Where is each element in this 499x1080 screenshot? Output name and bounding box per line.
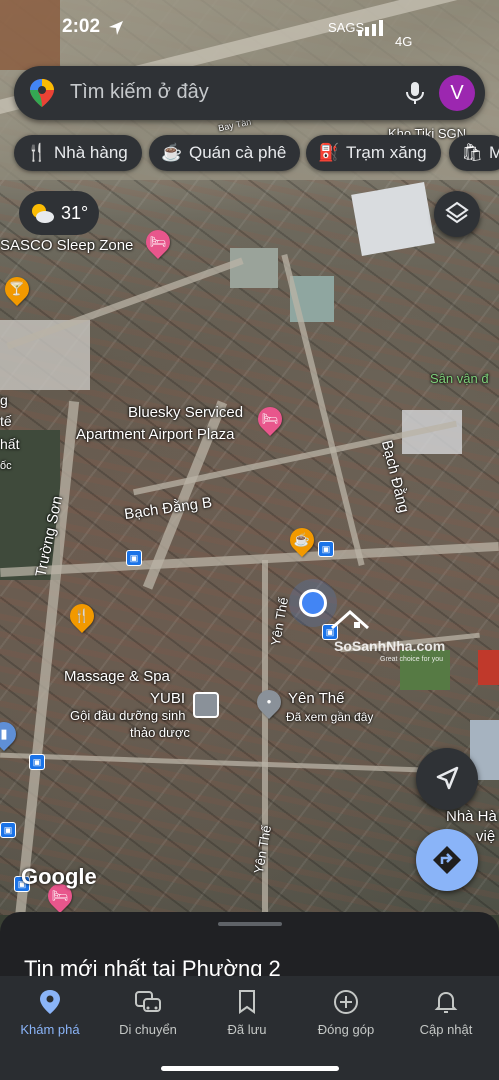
chip-label: Nhà hàng: [54, 143, 128, 162]
restaurant-pin-icon[interactable]: 🍴: [65, 599, 99, 633]
building: [230, 248, 278, 288]
map-label-bluesky-1[interactable]: Bluesky Serviced: [128, 404, 243, 421]
nav-contribute[interactable]: Đóng góp: [296, 988, 396, 1037]
place-pin-icon[interactable]: •: [252, 685, 286, 719]
chip-shopping[interactable]: 🛍 M: [449, 135, 499, 171]
road: [0, 541, 499, 578]
chip-restaurants[interactable]: 🍴 Nhà hàng: [14, 135, 142, 171]
add-circle-icon: [296, 988, 396, 1016]
sheet-handle[interactable]: [218, 922, 282, 926]
map-label-massage-2[interactable]: YUBI: [150, 690, 185, 707]
watermark-name: SoSanhNha.com: [334, 638, 446, 654]
bus-stop-icon[interactable]: ▣: [29, 754, 45, 770]
chip-label: Trạm xăng: [346, 143, 427, 162]
nav-saved[interactable]: Đã lưu: [197, 988, 297, 1037]
map-label-sasco[interactable]: SASCO Sleep Zone: [0, 237, 133, 254]
layers-button[interactable]: [434, 191, 480, 237]
map-label-nha-ha-2: việ: [476, 828, 496, 845]
road: [6, 257, 244, 350]
map-label-yen-the[interactable]: Yên Thế: [288, 690, 344, 707]
chip-label: M: [489, 143, 499, 162]
map-label-left-g: g: [0, 392, 8, 408]
map-label-goi-dau-1[interactable]: Gội đầu dưỡng sinh: [70, 708, 186, 723]
status-bar: 2:02 SAGS 4G: [0, 14, 499, 49]
spa-icon[interactable]: [193, 692, 219, 718]
map-label-left-te: tế: [0, 413, 12, 429]
bookmark-icon: [197, 988, 297, 1016]
map-label-bach-dang-b: Bạch Đằng B: [123, 493, 214, 524]
coffee-icon: ☕: [161, 143, 183, 162]
map-label-goi-dau-2[interactable]: thảo dược: [130, 725, 190, 740]
partly-sunny-icon: [32, 204, 54, 223]
nav-label: Di chuyển: [119, 1022, 177, 1037]
current-location-dot: [299, 589, 327, 617]
place-pin-icon[interactable]: ▮: [0, 717, 21, 751]
house-logo-icon: [331, 609, 369, 630]
nav-explore[interactable]: Khám phá: [0, 988, 100, 1037]
status-time: 2:02: [62, 16, 101, 37]
my-location-button[interactable]: [416, 748, 478, 810]
nav-label: Khám phá: [20, 1022, 80, 1037]
map-label-yen-the-road-2: Yên Thế: [250, 824, 275, 875]
weather-badge[interactable]: 31°: [19, 191, 99, 235]
map-label-san-van-do[interactable]: Sân vận đ: [430, 371, 489, 386]
shopping-bag-icon: 🛍: [461, 143, 483, 162]
navigation-arrow-icon: [436, 766, 459, 790]
bus-stop-icon[interactable]: ▣: [318, 541, 334, 557]
road: [0, 752, 420, 773]
google-logo: Google: [21, 864, 97, 889]
map-label-yen-the-road: Yên Thế: [267, 596, 292, 647]
bell-icon: [396, 988, 496, 1016]
map-label-massage-1[interactable]: Massage & Spa: [64, 668, 170, 685]
maps-logo-icon: [30, 79, 54, 107]
location-arrow-icon: [109, 21, 123, 35]
bar-pin-icon[interactable]: 🍸: [0, 272, 34, 306]
roof: [478, 650, 499, 685]
directions-button[interactable]: [416, 829, 478, 891]
explore-pin-icon: [0, 988, 100, 1016]
chip-coffee[interactable]: ☕ Quán cà phê: [149, 135, 301, 171]
microphone-icon[interactable]: [402, 80, 428, 106]
search-placeholder[interactable]: Tìm kiếm ở đây: [70, 81, 209, 104]
search-bar[interactable]: Tìm kiếm ở đây V: [14, 66, 485, 120]
nav-updates[interactable]: Cập nhật: [396, 988, 496, 1037]
bus-stop-icon[interactable]: ▣: [0, 822, 16, 838]
home-indicator[interactable]: [161, 1066, 339, 1071]
map-label-recently-viewed: Đã xem gần đây: [286, 710, 374, 724]
status-network: 4G: [395, 34, 413, 49]
avatar[interactable]: V: [439, 75, 475, 111]
chip-gas[interactable]: ⛽ Trạm xăng: [306, 135, 441, 171]
layers-icon: [445, 201, 469, 224]
watermark-tagline: Great choice for you: [380, 656, 444, 663]
bus-stop-icon[interactable]: ▣: [126, 550, 142, 566]
restaurant-icon: 🍴: [26, 143, 48, 162]
chip-label: Quán cà phê: [189, 143, 287, 162]
hotel-pin-icon[interactable]: 🛏: [253, 402, 287, 436]
bottom-navigation: Khám phá Di chuyển Đã lưu Đóng góp Cập n…: [0, 976, 499, 1080]
map-label-nha-ha[interactable]: Nhà Hà: [446, 808, 497, 825]
nav-label: Cập nhật: [419, 1022, 473, 1037]
gas-station-icon: ⛽: [318, 143, 340, 162]
weather-temperature: 31°: [61, 203, 89, 223]
map-label-bluesky-2[interactable]: Apartment Airport Plaza: [76, 426, 234, 443]
hangar: [351, 182, 435, 256]
map-label-left-oc: ốc: [0, 460, 12, 472]
directions-icon: [433, 846, 461, 874]
cafe-pin-icon[interactable]: ☕: [285, 523, 319, 557]
nav-label: Đóng góp: [317, 1022, 375, 1037]
map-label-left-nhat: hất: [0, 436, 20, 452]
commute-icon: [98, 988, 198, 1016]
hotel-pin-icon[interactable]: 🛏: [141, 225, 175, 259]
signal-icon: [358, 20, 383, 36]
nav-label: Đã lưu: [227, 1022, 267, 1037]
watermark: SoSanhNha.com Great choice for you: [330, 608, 460, 663]
nav-commute[interactable]: Di chuyển: [98, 988, 198, 1037]
